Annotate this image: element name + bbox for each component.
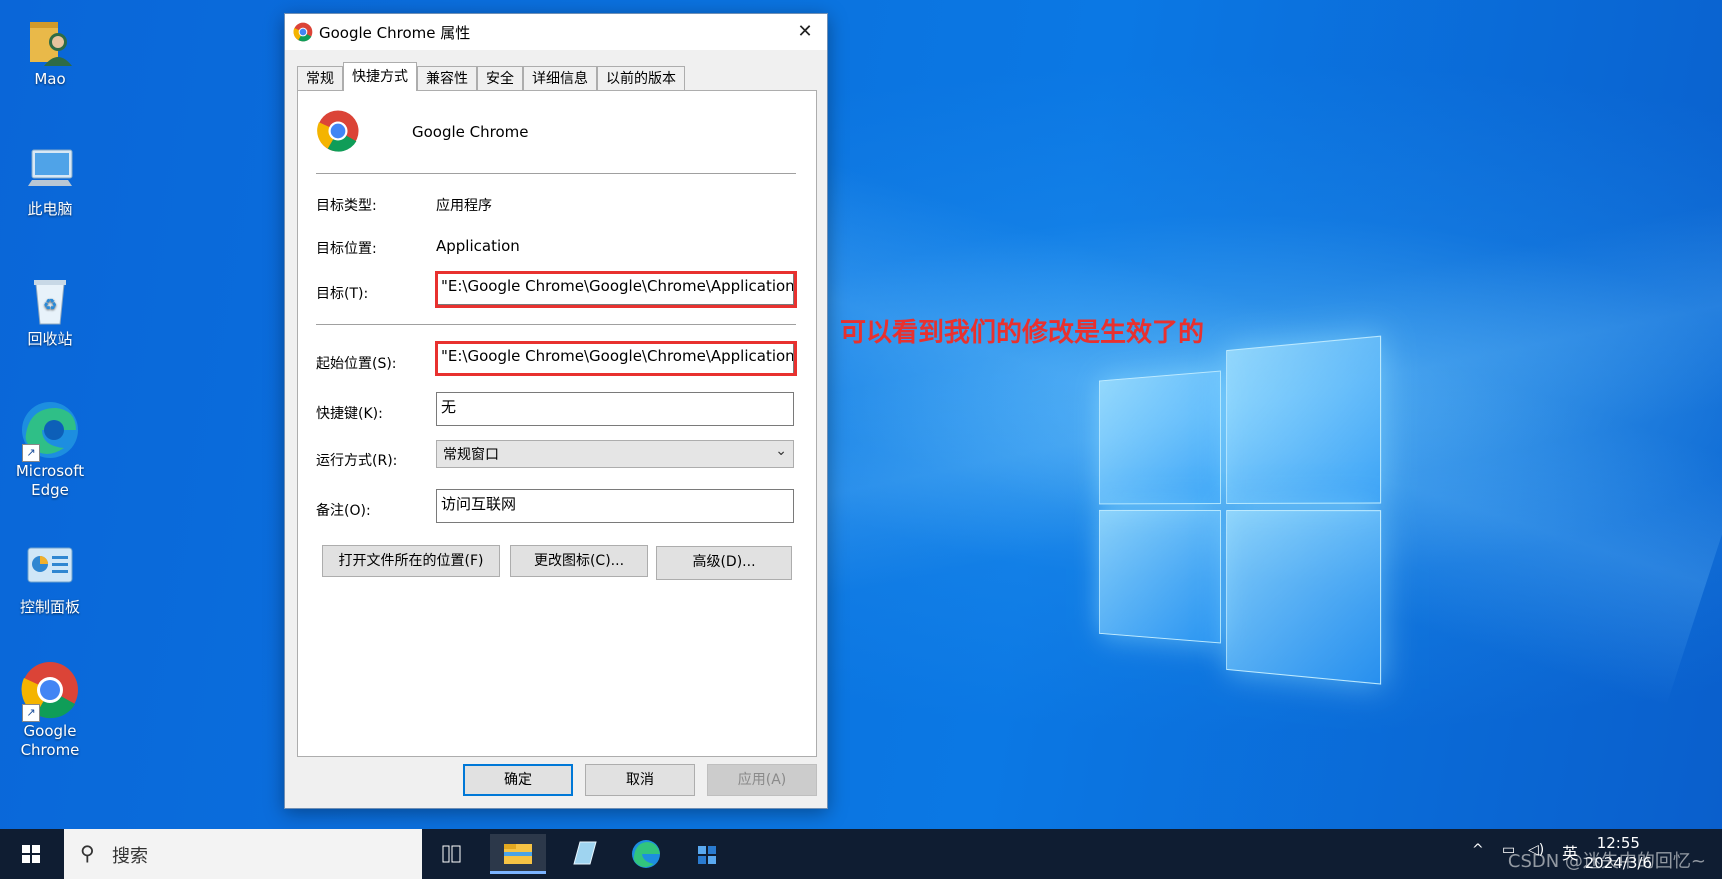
- tab-strip: 常规 快捷方式 兼容性 安全 详细信息 以前的版本: [297, 62, 685, 91]
- dialog-titlebar[interactable]: Google Chrome 属性 ✕: [285, 14, 827, 50]
- target-label: 目标(T):: [316, 286, 369, 302]
- desktop-icon-label: Google Chrome: [20, 722, 80, 759]
- tab-previous-versions[interactable]: 以前的版本: [597, 66, 685, 91]
- recycle-bin-icon: ♻: [22, 272, 78, 328]
- desktop-icon-google-chrome[interactable]: ↗ Google Chrome: [8, 660, 92, 760]
- notepad-icon: [573, 841, 597, 865]
- ok-button[interactable]: 确定: [463, 764, 573, 796]
- desktop-icon-label: 此电脑: [27, 200, 73, 218]
- run-mode-value: 常规窗口: [443, 447, 499, 463]
- tab-general[interactable]: 常规: [297, 66, 343, 91]
- target-location-label: 目标位置:: [316, 241, 377, 257]
- shortcut-key-field[interactable]: 无: [436, 392, 794, 426]
- taskbar-app[interactable]: [680, 834, 736, 874]
- start-in-label: 起始位置(S):: [316, 356, 397, 372]
- comment-label: 备注(O):: [316, 503, 371, 519]
- chevron-down-icon: ⌄: [775, 443, 787, 459]
- divider: [316, 173, 796, 174]
- desktop-icon-user-folder[interactable]: Mao: [8, 12, 92, 89]
- desktop-icon-edge[interactable]: ↗ Microsoft Edge: [8, 400, 92, 500]
- taskbar-app[interactable]: [556, 834, 612, 874]
- chrome-icon: [293, 22, 313, 42]
- properties-dialog: Google Chrome 属性 ✕ 常规 快捷方式 兼容性 安全 详细信息 以…: [284, 13, 828, 809]
- divider: [316, 324, 796, 325]
- app-icon: [698, 846, 716, 864]
- taskbar-file-explorer[interactable]: [490, 834, 546, 874]
- shortcut-key-label: 快捷键(K):: [316, 406, 383, 422]
- shortcut-tab-panel: Google Chrome 目标类型: 应用程序 目标位置: Applicati…: [297, 90, 817, 757]
- task-view-icon: [442, 845, 461, 863]
- computer-icon: [22, 142, 78, 198]
- user-folder-icon: [22, 12, 78, 68]
- desktop-icon-label: Mao: [34, 70, 66, 88]
- close-icon: ✕: [797, 21, 813, 42]
- chrome-icon: [316, 109, 360, 153]
- search-icon: ⚲: [80, 841, 95, 865]
- dialog-title: Google Chrome 属性: [319, 23, 471, 42]
- edge-icon: [632, 840, 660, 868]
- tab-details[interactable]: 详细信息: [523, 66, 597, 91]
- windows-logo-wallpaper: [1098, 335, 1382, 685]
- edge-icon: ↗: [20, 400, 80, 462]
- target-location-value: Application: [436, 237, 520, 255]
- run-mode-select[interactable]: 常规窗口 ⌄: [436, 440, 794, 468]
- close-button[interactable]: ✕: [791, 19, 819, 45]
- task-view-button[interactable]: [428, 834, 476, 874]
- taskbar-edge[interactable]: [618, 834, 674, 874]
- change-icon-button[interactable]: 更改图标(C)...: [510, 545, 648, 577]
- desktop-icon-control-panel[interactable]: 控制面板: [8, 540, 92, 617]
- desktop-icon-label: 回收站: [27, 330, 73, 348]
- control-panel-icon: [22, 540, 78, 596]
- target-type-value: 应用程序: [436, 198, 492, 214]
- windows-start-icon: [22, 845, 40, 863]
- taskbar-search[interactable]: ⚲ 搜索: [64, 829, 422, 879]
- file-explorer-icon: [504, 844, 532, 864]
- target-type-label: 目标类型:: [316, 198, 377, 214]
- annotation-text: 可以看到我们的修改是生效了的: [840, 318, 1205, 348]
- desktop-icon-this-pc[interactable]: 此电脑: [8, 142, 92, 219]
- open-file-location-button[interactable]: 打开文件所在的位置(F): [322, 545, 500, 577]
- advanced-button[interactable]: 高级(D)...: [656, 546, 792, 580]
- tab-compatibility[interactable]: 兼容性: [417, 66, 477, 91]
- run-label: 运行方式(R):: [316, 453, 398, 469]
- highlight-box: [435, 271, 797, 308]
- shortcut-arrow-icon: ↗: [22, 444, 40, 462]
- highlight-box: [435, 341, 797, 376]
- shortcut-arrow-icon: ↗: [22, 704, 40, 722]
- desktop: Mao 此电脑 ♻ 回收站 ↗ Microsoft Edge 控制面板 ↗ Go…: [0, 0, 1722, 829]
- system-tray: ^ ▭ ◁) 英 12:55 2024/3/6 CSDN @迷失中的回忆~: [1462, 829, 1722, 879]
- watermark: CSDN @迷失中的回忆~: [1507, 851, 1706, 872]
- start-button[interactable]: [0, 829, 62, 879]
- desktop-icon-recycle-bin[interactable]: ♻ 回收站: [8, 272, 92, 349]
- app-name: Google Chrome: [412, 123, 529, 141]
- comment-field[interactable]: 访问互联网: [436, 489, 794, 523]
- tab-security[interactable]: 安全: [477, 66, 523, 91]
- taskbar: ⚲ 搜索 ^ ▭ ◁) 英 12:55 2024/3/6 CSDN @迷失中的回…: [0, 829, 1722, 879]
- desktop-icon-label: 控制面板: [19, 598, 80, 616]
- svg-text:♻: ♻: [43, 295, 57, 314]
- apply-button[interactable]: 应用(A): [707, 764, 817, 796]
- chrome-icon: ↗: [20, 660, 80, 722]
- cancel-button[interactable]: 取消: [585, 764, 695, 796]
- chevron-up-icon[interactable]: ^: [1472, 842, 1484, 858]
- desktop-icon-label: Microsoft Edge: [15, 462, 85, 499]
- tab-shortcut[interactable]: 快捷方式: [343, 62, 417, 91]
- search-placeholder: 搜索: [112, 846, 148, 867]
